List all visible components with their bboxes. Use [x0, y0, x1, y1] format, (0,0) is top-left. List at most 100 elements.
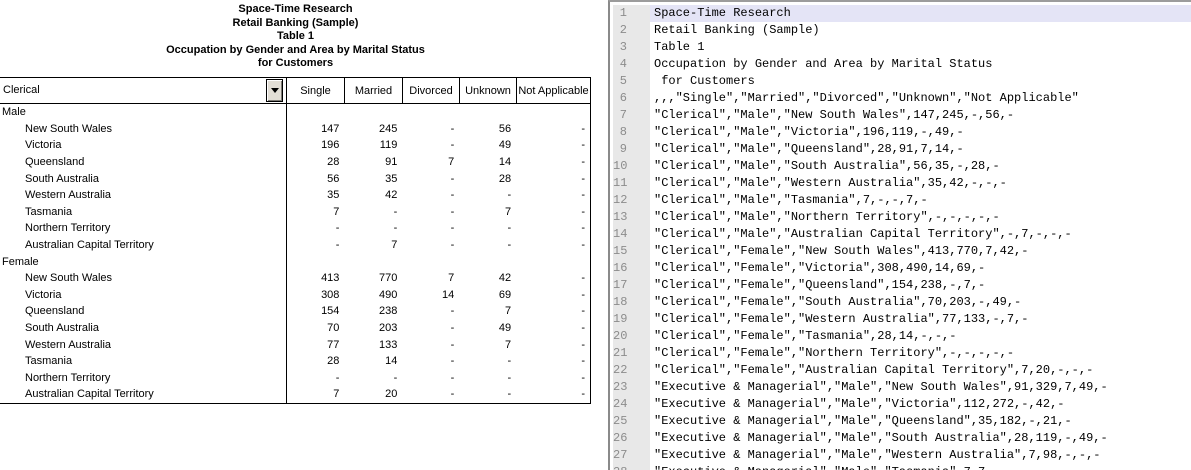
row-label: South Australia — [0, 170, 287, 187]
editor-line[interactable]: 7"Clerical","Male","New South Wales",147… — [610, 107, 1191, 124]
table-row: Western Australia77133-7- — [0, 336, 590, 353]
editor-line-text[interactable]: "Clerical","Female","Australian Capital … — [650, 362, 1191, 379]
editor-line-text[interactable]: Retail Banking (Sample) — [650, 22, 1191, 39]
editor-line[interactable]: 20"Clerical","Female","Tasmania",28,14,-… — [610, 328, 1191, 345]
data-cell: - — [402, 239, 459, 251]
editor-line[interactable]: 27"Executive & Managerial","Male","Weste… — [610, 447, 1191, 464]
editor-line[interactable]: 10"Clerical","Male","South Australia",56… — [610, 158, 1191, 175]
row-label: Northern Territory — [0, 370, 287, 387]
csv-editor-pane[interactable]: 1Space-Time Research2Retail Banking (Sam… — [608, 0, 1191, 470]
editor-line[interactable]: 9"Clerical","Male","Queensland",28,91,7,… — [610, 141, 1191, 158]
editor-line[interactable]: 11"Clerical","Male","Western Australia",… — [610, 175, 1191, 192]
editor-line[interactable]: 13"Clerical","Male","Northern Territory"… — [610, 209, 1191, 226]
data-cell: 69 — [459, 289, 516, 301]
line-number: 3 — [613, 39, 650, 56]
editor-line-text[interactable]: "Clerical","Female","Tasmania",28,14,-,-… — [650, 328, 1191, 345]
data-cell: - — [402, 189, 459, 201]
title-line-5: for Customers — [0, 57, 591, 71]
editor-line-text[interactable]: "Clerical","Male","Northern Territory",-… — [650, 209, 1191, 226]
editor-line-text[interactable]: Table 1 — [650, 39, 1191, 56]
table-row: Victoria3084901469- — [0, 287, 590, 304]
editor-line-text[interactable]: Space-Time Research — [650, 5, 1191, 22]
chevron-down-icon — [271, 88, 279, 93]
column-header-single[interactable]: Single — [287, 78, 345, 103]
editor-line[interactable]: 22"Clerical","Female","Australian Capita… — [610, 362, 1191, 379]
group-label: Male — [0, 104, 287, 121]
data-cell: - — [516, 139, 590, 151]
editor-line[interactable]: 24"Executive & Managerial","Male","Victo… — [610, 396, 1191, 413]
title-line-3: Table 1 — [0, 30, 591, 44]
editor-line[interactable]: 28"Executive & Managerial","Male","Tasma… — [610, 464, 1191, 470]
editor-line[interactable]: 19"Clerical","Female","Western Australia… — [610, 311, 1191, 328]
editor-line[interactable]: 23"Executive & Managerial","Male","New S… — [610, 379, 1191, 396]
editor-line[interactable]: 2Retail Banking (Sample) — [610, 22, 1191, 39]
editor-line-text[interactable]: "Executive & Managerial","Male","Victori… — [650, 396, 1191, 413]
editor-line-text[interactable]: "Executive & Managerial","Male","South A… — [650, 430, 1191, 447]
editor-line-text[interactable]: "Clerical","Male","South Australia",56,3… — [650, 158, 1191, 175]
line-number: 24 — [613, 396, 650, 413]
editor-line-text[interactable]: "Clerical","Male","Western Australia",35… — [650, 175, 1191, 192]
editor-line[interactable]: 21"Clerical","Female","Northern Territor… — [610, 345, 1191, 362]
line-number: 19 — [613, 311, 650, 328]
editor-line-text[interactable]: ,,,"Single","Married","Divorced","Unknow… — [650, 90, 1191, 107]
column-header-divorced[interactable]: Divorced — [403, 78, 460, 103]
editor-line[interactable]: 16"Clerical","Female","Victoria",308,490… — [610, 260, 1191, 277]
editor-line-text[interactable]: "Clerical","Female","Northern Territory"… — [650, 345, 1191, 362]
editor-line[interactable]: 4Occupation by Gender and Area by Marita… — [610, 56, 1191, 73]
line-number: 23 — [613, 379, 650, 396]
column-header-unknown[interactable]: Unknown — [460, 78, 517, 103]
editor-line-text[interactable]: "Clerical","Male","Victoria",196,119,-,4… — [650, 124, 1191, 141]
editor-line-text[interactable]: "Executive & Managerial","Male","Tasmani… — [650, 464, 1191, 470]
table-row: Queensland2891714- — [0, 154, 590, 171]
editor-line[interactable]: 6,,,"Single","Married","Divorced","Unkno… — [610, 90, 1191, 107]
group-label: Female — [0, 253, 287, 270]
data-cell: - — [287, 372, 345, 384]
data-cell: 490 — [344, 289, 402, 301]
editor-line[interactable]: 18"Clerical","Female","South Australia",… — [610, 294, 1191, 311]
editor-line-text[interactable]: "Executive & Managerial","Male","Western… — [650, 447, 1191, 464]
editor-line-text[interactable]: "Clerical","Female","South Australia",70… — [650, 294, 1191, 311]
editor-line-text[interactable]: "Clerical","Male","Queensland",28,91,7,1… — [650, 141, 1191, 158]
editor-line[interactable]: 14"Clerical","Male","Australian Capital … — [610, 226, 1191, 243]
editor-line-text[interactable]: "Executive & Managerial","Male","New Sou… — [650, 379, 1191, 396]
column-header-not-applicable[interactable]: Not Applicable — [517, 78, 591, 103]
table-row: South Australia5635-28- — [0, 170, 590, 187]
editor-line-text[interactable]: "Clerical","Male","Tasmania",7,-,-,7,- — [650, 192, 1191, 209]
row-label: Tasmania — [0, 353, 287, 370]
line-number: 17 — [613, 277, 650, 294]
column-header-married[interactable]: Married — [345, 78, 403, 103]
data-cell: 28 — [459, 173, 516, 185]
editor-line[interactable]: 1Space-Time Research — [610, 5, 1191, 22]
editor-line[interactable]: 25"Executive & Managerial","Male","Queen… — [610, 413, 1191, 430]
editor-line[interactable]: 26"Executive & Managerial","Male","South… — [610, 430, 1191, 447]
editor-line[interactable]: 15"Clerical","Female","New South Wales",… — [610, 243, 1191, 260]
data-cell: - — [516, 355, 590, 367]
editor-line-text[interactable]: "Clerical","Female","Western Australia",… — [650, 311, 1191, 328]
data-cell: - — [516, 388, 590, 400]
editor-line[interactable]: 3Table 1 — [610, 39, 1191, 56]
editor-line[interactable]: 17"Clerical","Female","Queensland",154,2… — [610, 277, 1191, 294]
app-window: Space-Time Research Retail Banking (Samp… — [0, 0, 1191, 470]
line-number: 12 — [613, 192, 650, 209]
line-number: 4 — [613, 56, 650, 73]
editor-line[interactable]: 12"Clerical","Male","Tasmania",7,-,-,7,- — [610, 192, 1191, 209]
editor-line-text[interactable]: "Clerical","Male","Australian Capital Te… — [650, 226, 1191, 243]
line-number: 28 — [613, 464, 650, 470]
line-number: 20 — [613, 328, 650, 345]
editor-line-text[interactable]: "Clerical","Female","Victoria",308,490,1… — [650, 260, 1191, 277]
occupation-dropdown[interactable]: Clerical — [0, 78, 287, 103]
row-label: Australian Capital Territory — [0, 237, 287, 254]
editor-line-text[interactable]: "Clerical","Female","Queensland",154,238… — [650, 277, 1191, 294]
data-cell: - — [344, 222, 402, 234]
editor-line-text[interactable]: "Clerical","Female","New South Wales",41… — [650, 243, 1191, 260]
data-cell: 14 — [402, 289, 459, 301]
editor-line-text[interactable]: "Executive & Managerial","Male","Queensl… — [650, 413, 1191, 430]
editor-line-text[interactable]: for Customers — [650, 73, 1191, 90]
line-number: 1 — [613, 5, 650, 22]
dropdown-arrow-button[interactable] — [266, 79, 283, 102]
title-line-1: Space-Time Research — [0, 3, 591, 17]
editor-line-text[interactable]: "Clerical","Male","New South Wales",147,… — [650, 107, 1191, 124]
editor-line[interactable]: 5 for Customers — [610, 73, 1191, 90]
editor-line-text[interactable]: Occupation by Gender and Area by Marital… — [650, 56, 1191, 73]
editor-line[interactable]: 8"Clerical","Male","Victoria",196,119,-,… — [610, 124, 1191, 141]
